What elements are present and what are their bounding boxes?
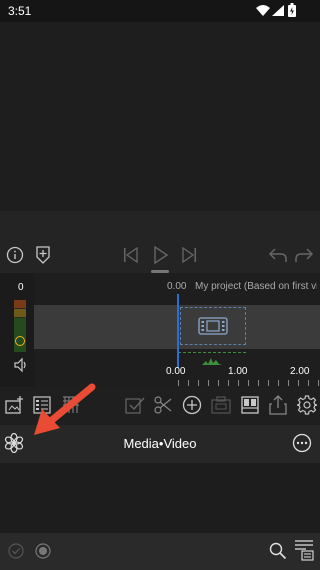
audio-meter: 0 [0, 273, 34, 387]
project-title: My project (Based on first vide... [195, 281, 317, 292]
play-icon[interactable] [153, 246, 169, 264]
playhead[interactable] [177, 294, 179, 368]
film-clip-icon [198, 317, 228, 335]
annotation-arrow [34, 383, 96, 435]
split-layout-icon[interactable] [241, 396, 259, 414]
ruler-label: 2.00 [290, 366, 310, 377]
skip-start-icon[interactable] [123, 247, 139, 263]
volume-icon[interactable] [13, 357, 29, 373]
check-circle-icon[interactable] [8, 543, 24, 559]
select-check-icon[interactable] [125, 396, 145, 414]
skip-end-icon[interactable] [181, 247, 197, 263]
battery-icon [288, 3, 296, 17]
share-export-icon[interactable] [269, 395, 287, 415]
add-media-icon[interactable] [5, 396, 23, 414]
status-time: 3:51 [8, 4, 32, 18]
redo-icon[interactable] [294, 247, 314, 263]
copy-clip-icon[interactable] [211, 396, 231, 414]
add-keyframe-icon[interactable] [34, 245, 52, 265]
playback-controls [0, 211, 320, 273]
audio-waveform-icon [202, 358, 222, 365]
empty-clip-slot[interactable] [180, 307, 246, 345]
level-meter-bar [14, 300, 26, 352]
meter-level-label: 0 [18, 282, 24, 293]
add-circle-icon[interactable] [182, 395, 202, 415]
current-time-label: 0.00 [167, 281, 187, 292]
undo-icon[interactable] [268, 247, 288, 263]
record-radio-icon[interactable] [35, 543, 51, 559]
time-ruler: 0.00 1.00 2.00 [160, 365, 320, 387]
scissors-icon[interactable] [154, 396, 172, 414]
status-bar: 3:51 [0, 0, 320, 22]
search-icon[interactable] [269, 542, 287, 560]
settings-gear-icon[interactable] [297, 395, 317, 415]
wifi-icon [256, 5, 270, 16]
video-preview [0, 22, 320, 211]
ruler-label: 1.00 [228, 366, 248, 377]
more-options-icon[interactable] [292, 433, 312, 453]
media-content-area [0, 463, 320, 533]
ruler-ticks [178, 380, 320, 386]
sort-list-icon[interactable] [294, 539, 314, 561]
ruler-label: 0.00 [166, 366, 186, 377]
info-icon[interactable] [6, 246, 24, 264]
signal-icon [272, 5, 284, 16]
bottom-bar [0, 533, 320, 570]
